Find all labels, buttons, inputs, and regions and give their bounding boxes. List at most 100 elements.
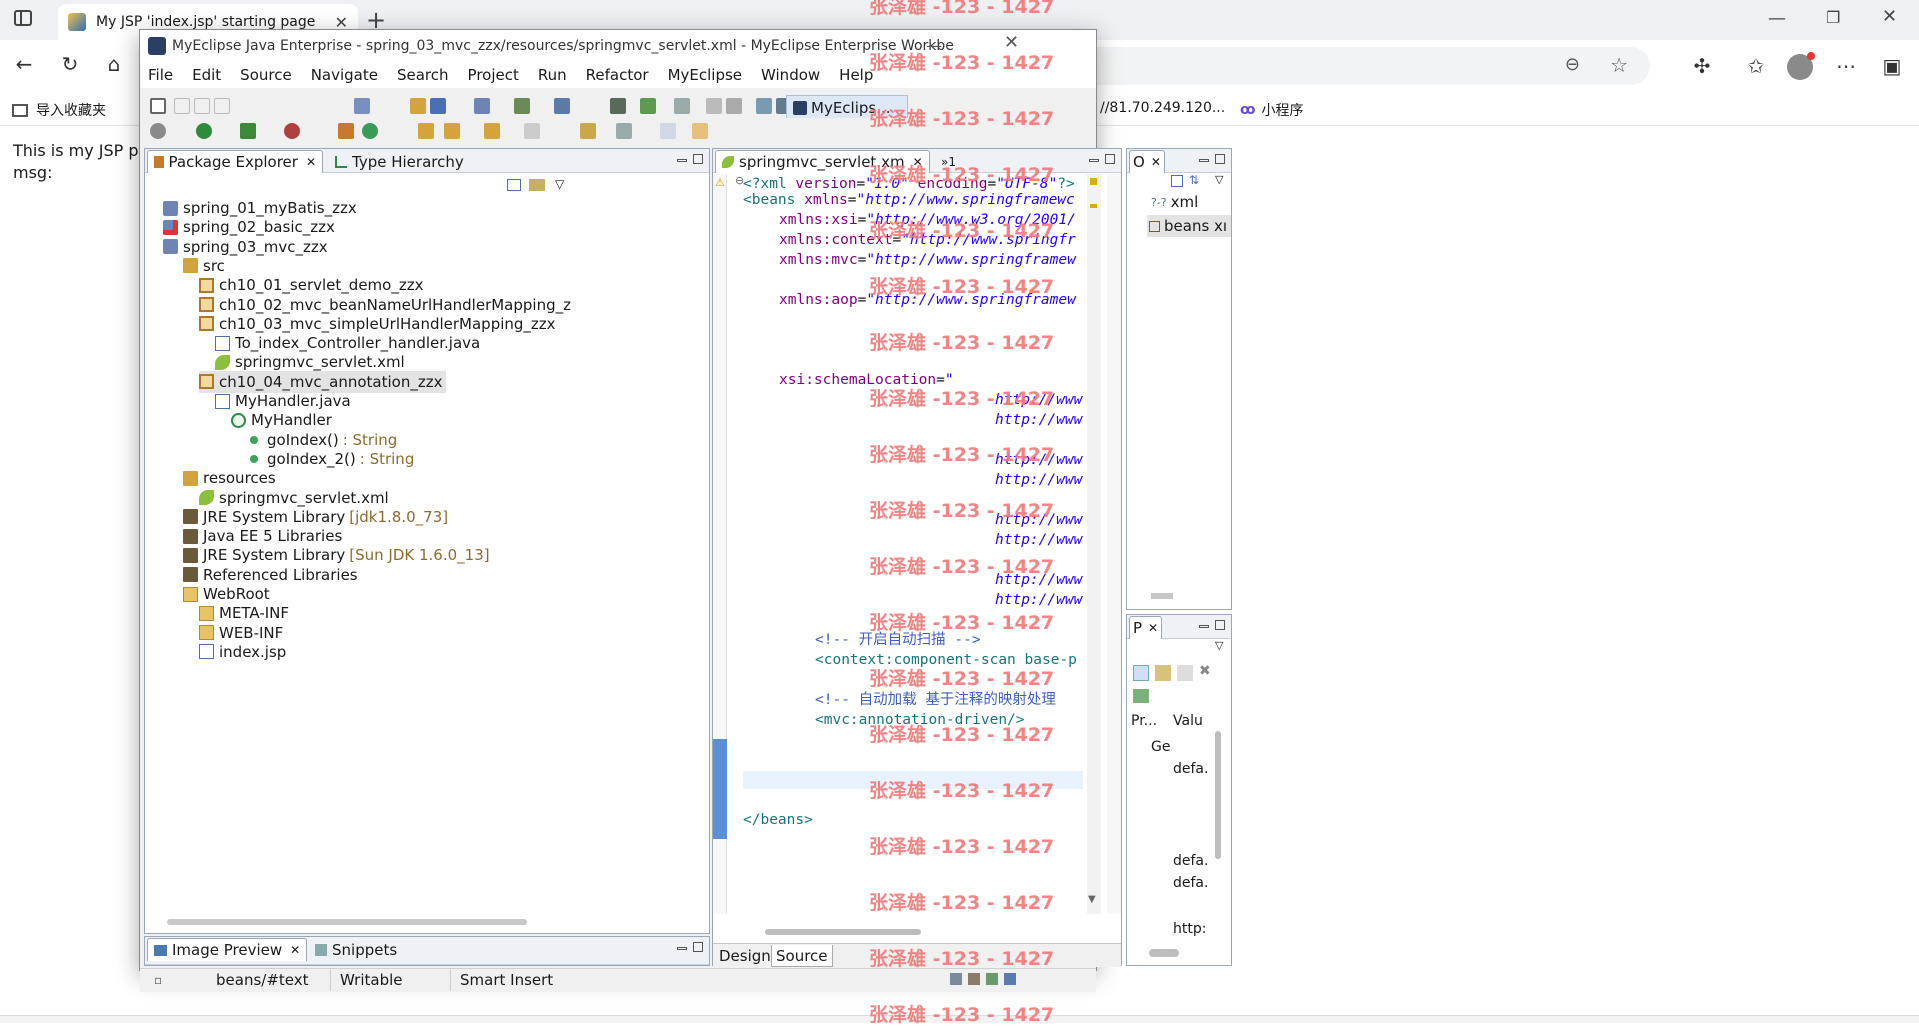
new-package-icon[interactable]	[338, 123, 354, 139]
next-annotation-icon[interactable]	[580, 123, 596, 139]
tab-snippets[interactable]: Snippets	[309, 938, 403, 961]
favorite-star-icon[interactable]: ☆	[1610, 53, 1628, 77]
new-project-icon[interactable]	[354, 98, 370, 114]
menu-refactor[interactable]: Refactor	[586, 66, 649, 84]
properties-hscroll[interactable]	[1149, 949, 1179, 957]
open-type-icon[interactable]	[410, 98, 426, 114]
menu-myeclipse[interactable]: MyEclipse	[668, 66, 742, 84]
add-property-icon[interactable]	[1133, 689, 1149, 703]
collapse-all-icon[interactable]	[507, 179, 521, 191]
edit-icon[interactable]	[444, 123, 460, 139]
image-icon[interactable]	[756, 98, 772, 114]
open-folder-icon[interactable]	[418, 123, 434, 139]
search-file-icon[interactable]	[484, 123, 500, 139]
properties-group-general[interactable]: Ge	[1151, 739, 1170, 755]
warning-marker-icon[interactable]: ⚠	[715, 176, 725, 189]
tab-properties[interactable]: P ✕	[1129, 616, 1163, 639]
browser-icon[interactable]	[554, 98, 570, 114]
new-icon[interactable]	[150, 98, 166, 114]
editor-horizontal-scrollbar[interactable]	[765, 929, 921, 935]
reload-icon[interactable]: ↻	[54, 48, 86, 80]
remove-icon[interactable]: ✖	[1199, 663, 1211, 679]
profile-avatar[interactable]	[1787, 52, 1815, 80]
debug-icon[interactable]	[150, 123, 166, 139]
sidebar-toggle-icon[interactable]	[14, 10, 32, 26]
tab-design[interactable]: Design	[715, 945, 775, 967]
tab-type-hierarchy[interactable]: Type Hierarchy	[329, 150, 470, 173]
outline-minimize-icon[interactable]	[1199, 159, 1209, 162]
open-resource-icon[interactable]	[430, 98, 446, 114]
tab-source[interactable]: Source	[771, 945, 833, 967]
tray-icon-1[interactable]	[950, 973, 962, 985]
paste-icon[interactable]	[726, 98, 742, 114]
favorites-item-import[interactable]: 导入收藏夹	[12, 100, 106, 120]
outline-item-xml[interactable]: ?-? xml	[1151, 193, 1198, 211]
menu-window[interactable]: Window	[761, 66, 820, 84]
properties-minimize-icon[interactable]	[1199, 625, 1209, 628]
categories-icon[interactable]	[1133, 665, 1149, 681]
external-tools-icon[interactable]	[284, 123, 300, 139]
restore-default-icon[interactable]	[1177, 665, 1193, 681]
favorites-item-miniprogram[interactable]: ꝏ 小程序	[1240, 100, 1303, 120]
favorites-item-ip[interactable]: //81.70.249.120...	[1100, 100, 1225, 116]
editor-maximize-icon[interactable]	[1105, 154, 1115, 164]
properties-menu-icon[interactable]: ▽	[1215, 639, 1223, 652]
bottom-minimize-icon[interactable]	[677, 947, 687, 950]
menu-project[interactable]: Project	[468, 66, 519, 84]
editor-vertical-scrollbar[interactable]: ▼	[1087, 174, 1101, 914]
close-image-preview-icon[interactable]: ✕	[290, 943, 300, 957]
view-menu-icon[interactable]: ▽	[555, 177, 564, 191]
annotation-icon[interactable]	[524, 123, 540, 139]
link-editor-icon[interactable]	[529, 179, 545, 191]
outline-item-beans[interactable]: beans xı	[1147, 215, 1231, 237]
back-icon[interactable]: ←	[8, 48, 40, 80]
properties-value-2[interactable]: defa.	[1173, 853, 1208, 869]
close-window-icon[interactable]: ✕	[1882, 6, 1897, 27]
menu-edit[interactable]: Edit	[192, 66, 221, 84]
tab-outline[interactable]: O ✕	[1129, 150, 1165, 173]
bottom-maximize-icon[interactable]	[693, 942, 703, 952]
deploy-icon[interactable]	[474, 98, 490, 114]
zoom-icon[interactable]: ⊖	[1565, 54, 1580, 75]
globe-icon[interactable]	[674, 98, 690, 114]
close-properties-icon[interactable]: ✕	[1148, 621, 1158, 635]
menu-file[interactable]: File	[148, 66, 173, 84]
menu-search[interactable]: Search	[397, 66, 449, 84]
back-nav-icon[interactable]	[660, 123, 676, 139]
favorites-icon[interactable]: ✩	[1740, 50, 1772, 82]
filter-icon[interactable]	[1155, 665, 1171, 681]
run-icon[interactable]	[196, 123, 212, 139]
properties-value-3[interactable]: defa.	[1173, 875, 1208, 891]
new-class-icon[interactable]	[362, 123, 378, 139]
outline-menu-icon[interactable]: ▽	[1215, 173, 1223, 186]
tray-icon-2[interactable]	[968, 973, 980, 985]
tab-package-explorer[interactable]: Package Explorer ✕	[147, 150, 323, 173]
more-menu-icon[interactable]: ⋯	[1830, 50, 1862, 82]
horizontal-scrollbar[interactable]	[167, 919, 527, 925]
outline-scrollbar[interactable]	[1151, 593, 1173, 599]
tray-icon-4[interactable]	[1004, 973, 1016, 985]
menu-source[interactable]: Source	[240, 66, 292, 84]
menu-run[interactable]: Run	[538, 66, 567, 84]
restore-icon[interactable]: ❐	[1826, 8, 1840, 27]
copy-icon[interactable]	[706, 98, 722, 114]
db-icon[interactable]	[610, 98, 626, 114]
close-outline-icon[interactable]: ✕	[1151, 155, 1161, 169]
properties-value-4[interactable]: http:	[1173, 921, 1206, 937]
run-config-icon[interactable]	[240, 123, 256, 139]
close-view-icon[interactable]: ✕	[306, 155, 316, 169]
scroll-down-icon[interactable]: ▼	[1088, 894, 1096, 905]
tray-icon-3[interactable]	[986, 973, 998, 985]
properties-value-1[interactable]: defa.	[1173, 761, 1208, 777]
view-minimize-icon[interactable]	[677, 159, 687, 162]
home-icon[interactable]: ⌂	[98, 48, 130, 80]
outline-sort-icon[interactable]: ⇅	[1189, 173, 1199, 187]
web-icon[interactable]	[640, 98, 656, 114]
forward-nav-icon[interactable]	[692, 123, 708, 139]
properties-maximize-icon[interactable]	[1215, 620, 1225, 630]
extensions-icon[interactable]: ✣	[1686, 50, 1718, 82]
print-icon[interactable]	[214, 98, 230, 114]
editor-minimize-icon[interactable]	[1089, 159, 1099, 162]
tab-image-preview[interactable]: Image Preview ✕	[147, 938, 308, 961]
view-maximize-icon[interactable]	[693, 154, 703, 164]
